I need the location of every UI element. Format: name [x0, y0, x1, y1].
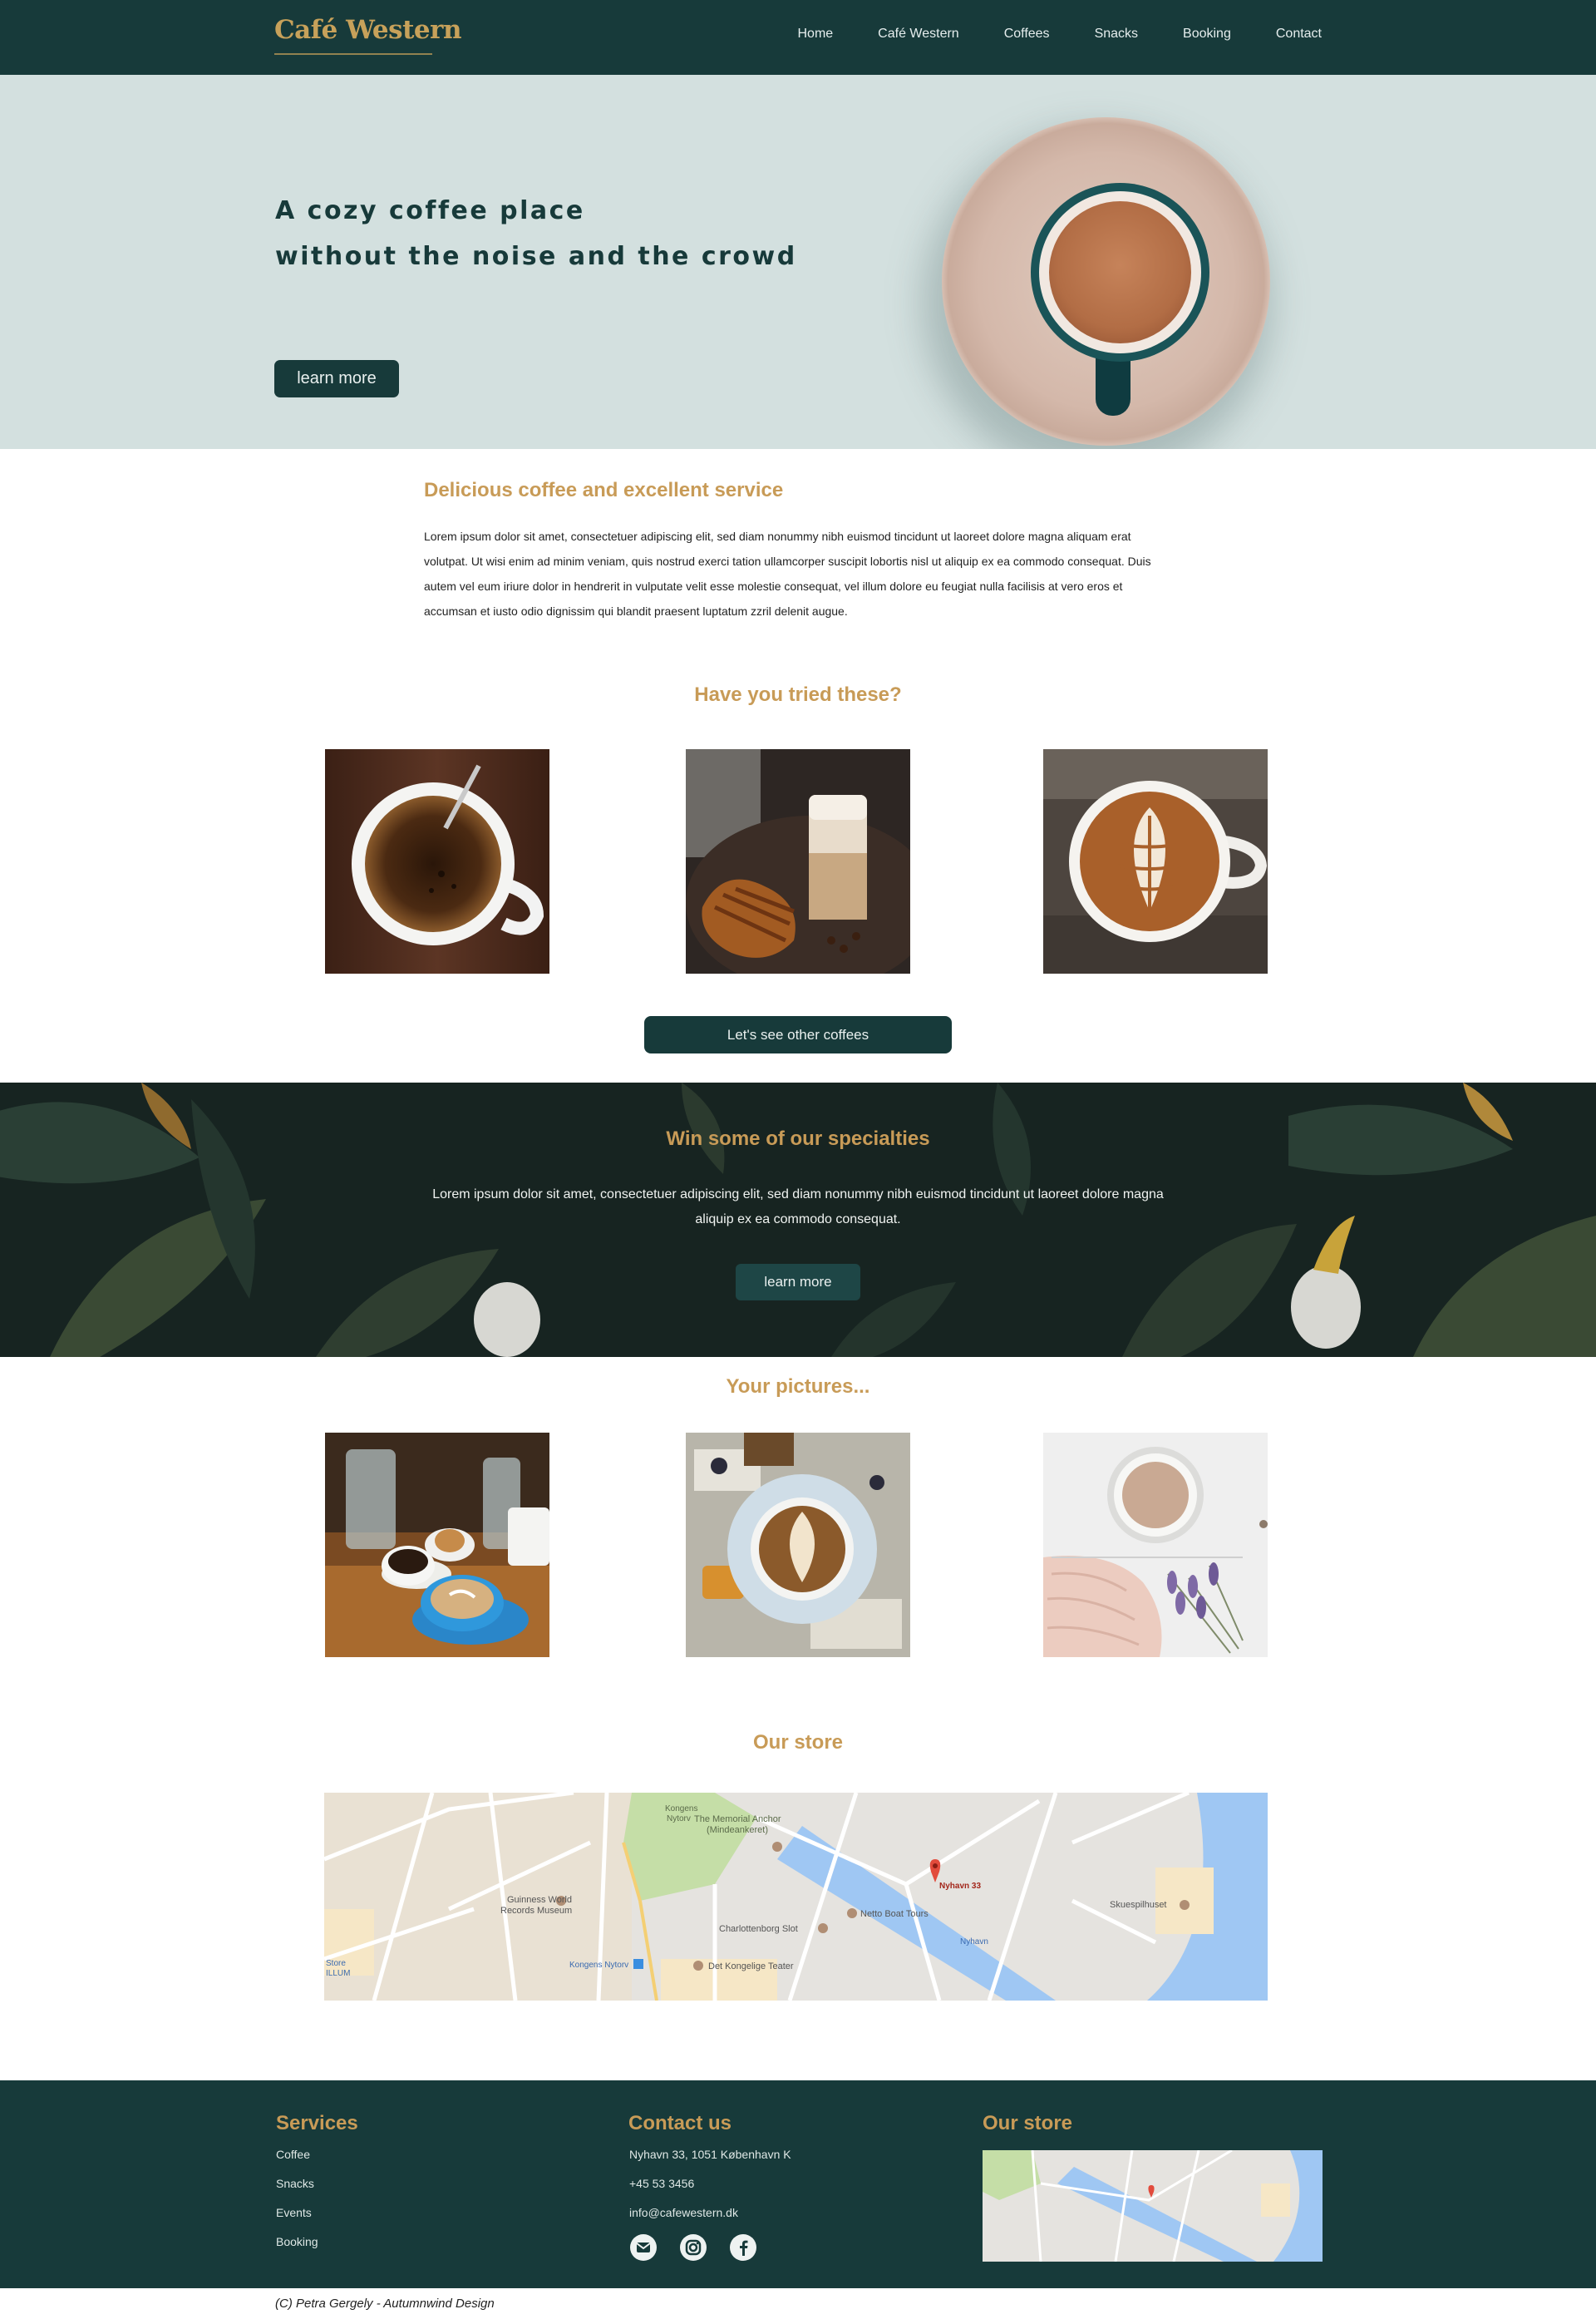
- store-map[interactable]: The Memorial Anchor (Mindeankeret) Konge…: [324, 1793, 1268, 2001]
- win-text: Lorem ipsum dolor sit amet, consectetuer…: [0, 1182, 1596, 1232]
- map-label-store: Store: [326, 1959, 346, 1968]
- copyright: (C) Petra Gergely - Autumnwind Design: [275, 2297, 495, 2311]
- footer-email[interactable]: info@cafewestern.dk: [629, 2206, 738, 2219]
- cappuccino-table-photo: [686, 1433, 910, 1657]
- nav-item-booking[interactable]: Booking: [1183, 27, 1231, 42]
- mail-icon[interactable]: [630, 2234, 657, 2261]
- map-label-nytorv: Nytorv: [667, 1814, 691, 1823]
- footer-address: Nyhavn 33, 1051 København K: [629, 2148, 791, 2161]
- store-title: Our store: [752, 1731, 844, 1754]
- croissant-latte-photo: [686, 749, 910, 974]
- map-label-guinness2: Records Museum: [500, 1906, 572, 1916]
- nav-menu: Home Café Western Coffees Snacks Booking…: [797, 27, 1322, 42]
- map-label-kongens: Kongens: [665, 1804, 697, 1813]
- nav-item-contact[interactable]: Contact: [1276, 27, 1322, 42]
- map-label-netto: Netto Boat Tours: [860, 1909, 929, 1919]
- map-label-guinness1: Guinness World: [507, 1895, 572, 1905]
- hero-banner: A cozy coffee place without the noise an…: [0, 75, 1596, 449]
- coffee-surface: [1049, 201, 1191, 343]
- footer-service-coffee[interactable]: Coffee: [276, 2148, 310, 2161]
- footer-service-events[interactable]: Events: [276, 2206, 312, 2219]
- footer-service-booking[interactable]: Booking: [276, 2235, 318, 2248]
- cafe-table-photo: [325, 1433, 549, 1657]
- footer-contact-title: Contact us: [628, 2112, 732, 2134]
- pictures-title: Your pictures...: [726, 1375, 870, 1398]
- footer-store-map[interactable]: [983, 2150, 1323, 2262]
- logo[interactable]: Café Western: [274, 15, 462, 45]
- win-text-line2: aliquip ex ea commodo consequat.: [695, 1212, 901, 1226]
- win-learn-more-button[interactable]: learn more: [736, 1264, 860, 1300]
- map-label-anchor-sub: (Mindeankeret): [707, 1825, 768, 1835]
- espresso-cup-photo: [325, 749, 549, 974]
- nav-item-coffees[interactable]: Coffees: [1004, 27, 1050, 42]
- logo-underline: [274, 53, 432, 55]
- map-label-pin: Nyhavn 33: [939, 1882, 981, 1891]
- footer-services-title: Services: [276, 2112, 358, 2134]
- hero-learn-more-button[interactable]: learn more: [274, 360, 399, 397]
- hero-title-line2: without the noise and the crowd: [275, 242, 797, 271]
- top-navigation: Café Western Home Café Western Coffees S…: [0, 0, 1596, 75]
- nav-item-snacks[interactable]: Snacks: [1095, 27, 1138, 42]
- facebook-icon[interactable]: [730, 2234, 756, 2261]
- map-label-anchor: The Memorial Anchor: [694, 1814, 781, 1824]
- intro-text: Lorem ipsum dolor sit amet, consectetuer…: [424, 530, 1151, 618]
- win-text-line1: Lorem ipsum dolor sit amet, consectetuer…: [432, 1187, 1164, 1201]
- tried-title: Have you tried these?: [694, 683, 902, 706]
- map-label-nyhavn-street: Nyhavn: [960, 1937, 988, 1946]
- map-label-charlottenborg: Charlottenborg Slot: [719, 1924, 798, 1934]
- latte-art-photo: [1043, 749, 1268, 974]
- win-title: Win some of our specialties: [666, 1127, 930, 1150]
- footer-phone[interactable]: +45 53 3456: [629, 2177, 694, 2190]
- nav-item-home[interactable]: Home: [797, 27, 833, 42]
- nav-item-cafe-western[interactable]: Café Western: [878, 27, 959, 42]
- map-label-metro: Kongens Nytorv: [569, 1961, 628, 1970]
- hero-title: A cozy coffee place without the noise an…: [275, 188, 797, 279]
- map-label-illum: ILLUM: [326, 1969, 350, 1978]
- tea-knitting-lavender-photo: [1043, 1433, 1268, 1657]
- map-label-teater: Det Kongelige Teater: [708, 1961, 794, 1971]
- intro-title: Delicious coffee and excellent service: [424, 479, 784, 501]
- footer-store-title: Our store: [983, 2112, 1073, 2134]
- instagram-icon[interactable]: [680, 2234, 707, 2261]
- footer: [0, 2080, 1596, 2288]
- map-label-skuespil: Skuespilhuset: [1110, 1900, 1167, 1910]
- footer-service-snacks[interactable]: Snacks: [276, 2177, 314, 2190]
- hero-title-line1: A cozy coffee place: [275, 196, 585, 225]
- see-other-coffees-button[interactable]: Let's see other coffees: [644, 1016, 952, 1053]
